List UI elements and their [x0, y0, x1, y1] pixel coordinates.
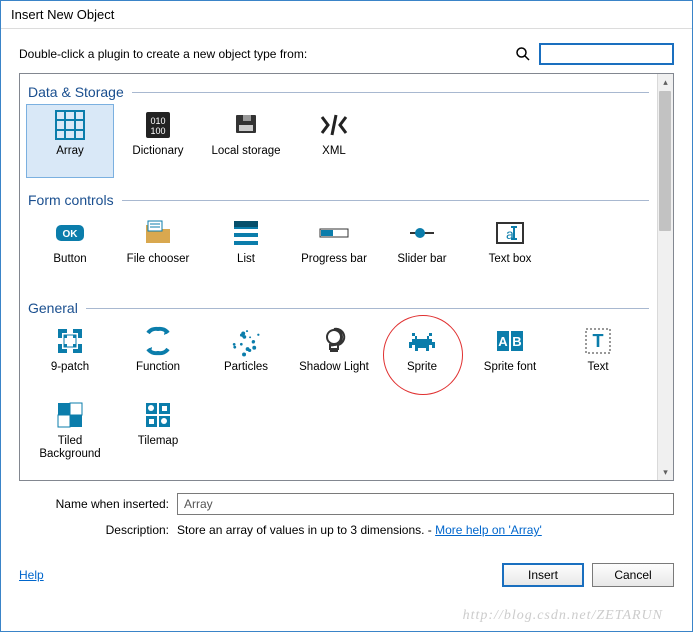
plugin-item-sliderbar[interactable]: Slider bar — [378, 212, 466, 286]
more-help-link[interactable]: More help on 'Array' — [435, 523, 542, 537]
plugin-label: Tilemap — [138, 435, 178, 448]
function-icon — [142, 325, 174, 357]
category-header: General — [26, 296, 651, 318]
plugin-label: Text box — [489, 253, 532, 266]
name-input[interactable] — [177, 493, 674, 515]
plugin-item-9patch[interactable]: 9-patch — [26, 320, 114, 394]
plugin-label: Progress bar — [301, 253, 367, 266]
plugin-label: Sprite — [407, 361, 437, 374]
tilemap-icon — [142, 399, 174, 431]
plugin-label: Local storage — [211, 145, 280, 158]
9patch-icon — [54, 325, 86, 357]
list-icon — [230, 217, 262, 249]
plugin-label: Text — [587, 361, 608, 374]
watermark: http://blog.csdn.net/ZETARUN — [463, 608, 663, 624]
window-title: Insert New Object — [1, 1, 692, 29]
category-label: General — [28, 300, 78, 316]
instruction-text: Double-click a plugin to create a new ob… — [19, 47, 507, 61]
insert-button[interactable]: Insert — [502, 563, 584, 587]
plugin-item-list[interactable]: List — [202, 212, 290, 286]
name-label: Name when inserted: — [19, 497, 169, 511]
localstorage-icon — [230, 109, 262, 141]
svg-text:100: 100 — [150, 126, 165, 136]
plugin-item-function[interactable]: Function — [114, 320, 202, 394]
category-label: Form controls — [28, 192, 114, 208]
svg-text:B: B — [512, 334, 521, 349]
plugin-item-tilemap[interactable]: Tilemap — [114, 394, 202, 468]
svg-text:T: T — [593, 331, 604, 351]
svg-text:010: 010 — [150, 116, 165, 126]
plugin-item-sprite[interactable]: Sprite — [378, 320, 466, 394]
sprite-icon — [406, 325, 438, 357]
plugin-item-tiledbg[interactable]: Tiled Background — [26, 394, 114, 468]
progressbar-icon — [318, 217, 350, 249]
plugin-item-button[interactable]: OK Button — [26, 212, 114, 286]
category-label: Data & Storage — [28, 84, 124, 100]
description-label: Description: — [19, 523, 169, 537]
search-icon[interactable] — [515, 46, 531, 62]
filechooser-icon — [142, 217, 174, 249]
plugin-label: Shadow Light — [299, 361, 369, 374]
category-grid: 9-patch Function Particles Shadow Light Spri… — [26, 318, 651, 478]
object-list: Data & Storage Array 010100 Dictionary Local… — [20, 74, 657, 480]
plugin-label: Slider bar — [397, 253, 446, 266]
scroll-up-arrow-icon[interactable]: ▴ — [658, 74, 673, 90]
svg-text:A: A — [498, 334, 508, 349]
plugin-label: List — [237, 253, 255, 266]
spritefont-icon: AB — [494, 325, 526, 357]
button-icon: OK — [54, 217, 86, 249]
plugin-label: 9-patch — [51, 361, 89, 374]
plugin-item-text[interactable]: T Text — [554, 320, 642, 394]
plugin-item-xml[interactable]: XML — [290, 104, 378, 178]
search-input[interactable] — [539, 43, 674, 65]
plugin-label: File chooser — [127, 253, 190, 266]
plugin-item-shadowlight[interactable]: Shadow Light — [290, 320, 378, 394]
plugin-item-progressbar[interactable]: Progress bar — [290, 212, 378, 286]
plugin-label: Particles — [224, 361, 268, 374]
plugin-label: Button — [53, 253, 86, 266]
scrollbar-thumb[interactable] — [659, 91, 671, 231]
sliderbar-icon — [406, 217, 438, 249]
plugin-label: Dictionary — [132, 145, 183, 158]
plugin-item-spritefont[interactable]: AB Sprite font — [466, 320, 554, 394]
textbox-icon: a — [494, 217, 526, 249]
tiledbg-icon — [54, 399, 86, 431]
help-link[interactable]: Help — [19, 568, 44, 582]
xml-icon — [318, 109, 350, 141]
scrollbar[interactable]: ▴ ▾ — [657, 74, 673, 480]
text-icon: T — [582, 325, 614, 357]
cancel-button[interactable]: Cancel — [592, 563, 674, 587]
array-icon — [54, 109, 86, 141]
plugin-item-dictionary[interactable]: 010100 Dictionary — [114, 104, 202, 178]
shadowlight-icon — [318, 325, 350, 357]
svg-text:OK: OK — [63, 229, 79, 240]
plugin-item-filechooser[interactable]: File chooser — [114, 212, 202, 286]
particles-icon — [230, 325, 262, 357]
plugin-label: Tiled Background — [27, 435, 113, 461]
dictionary-icon: 010100 — [142, 109, 174, 141]
category-header: Data & Storage — [26, 80, 651, 102]
plugin-label: XML — [322, 145, 346, 158]
description-text: Store an array of values in up to 3 dime… — [177, 523, 542, 537]
plugin-label: Array — [56, 145, 83, 158]
category-header: Form controls — [26, 188, 651, 210]
scroll-down-arrow-icon[interactable]: ▾ — [658, 464, 673, 480]
plugin-item-particles[interactable]: Particles — [202, 320, 290, 394]
plugin-label: Sprite font — [484, 361, 536, 374]
plugin-item-array[interactable]: Array — [26, 104, 114, 178]
plugin-item-textbox[interactable]: a Text box — [466, 212, 554, 286]
category-grid: Array 010100 Dictionary Local storage XML — [26, 102, 651, 188]
plugin-item-localstorage[interactable]: Local storage — [202, 104, 290, 178]
plugin-label: Function — [136, 361, 180, 374]
category-grid: OK Button File chooser List Progress bar Slid… — [26, 210, 651, 296]
